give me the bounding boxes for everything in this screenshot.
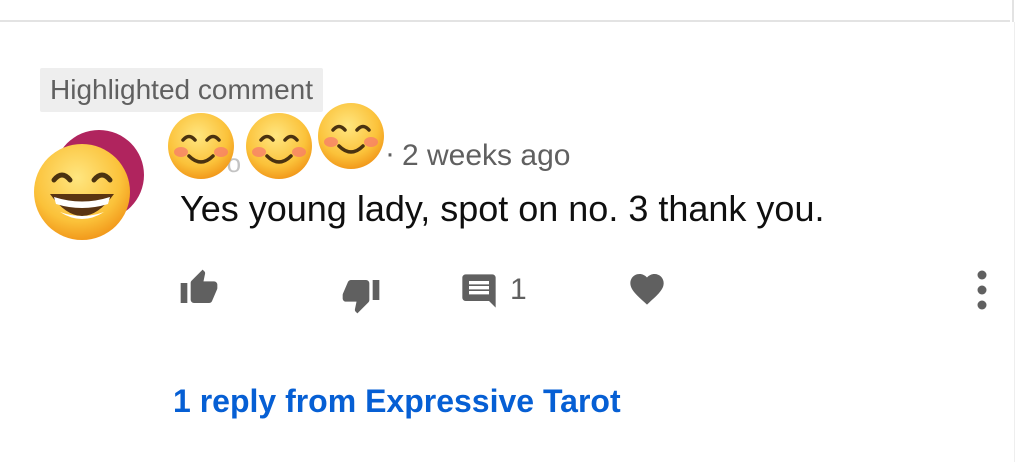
avatar[interactable] xyxy=(32,130,144,242)
reply-count: 1 xyxy=(510,273,527,306)
author-name-emoji-group xyxy=(165,103,390,179)
smiling-face-emoji-icon xyxy=(168,113,234,179)
view-replies-link[interactable]: 1 reply from Expressive Tarot xyxy=(173,380,621,422)
heart-button[interactable] xyxy=(624,266,670,312)
dislike-button[interactable] xyxy=(338,272,384,318)
comment-timestamp[interactable]: 2 weeks ago xyxy=(402,136,570,176)
comment-icon xyxy=(462,274,496,308)
highlighted-comment-badge: Highlighted comment xyxy=(40,68,324,112)
top-right-divider xyxy=(1012,0,1014,22)
comment-text: Yes young lady, spot on no. 3 thank you. xyxy=(180,188,825,229)
right-edge xyxy=(1014,22,1022,462)
grinning-face-emoji-icon xyxy=(34,144,130,240)
smiling-face-emoji-icon xyxy=(246,113,312,179)
more-vertical-icon xyxy=(977,270,987,310)
thumbs-up-icon xyxy=(180,269,218,303)
heart-icon xyxy=(630,274,664,305)
smiling-face-emoji-icon xyxy=(318,103,384,169)
separator-dot: · xyxy=(385,137,395,170)
like-button[interactable] xyxy=(176,265,222,311)
more-options-button[interactable] xyxy=(962,264,1002,316)
thumbs-down-icon xyxy=(342,280,380,314)
top-divider xyxy=(0,20,1010,22)
comment-header: n o xyxy=(165,103,625,179)
reply-button[interactable] xyxy=(456,268,502,314)
